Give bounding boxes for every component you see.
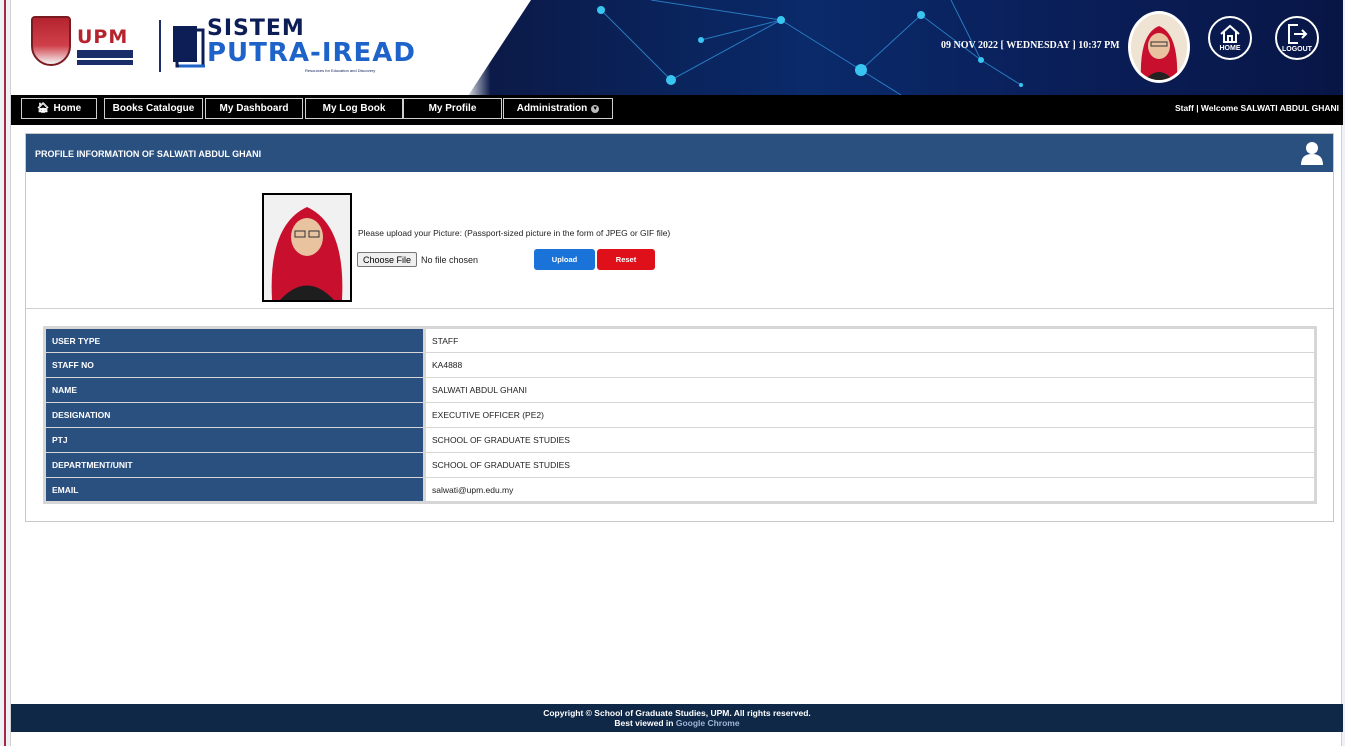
upm-logo-text: UPM xyxy=(77,26,129,48)
home-header-button[interactable]: HOME xyxy=(1208,16,1252,60)
upm-logo[interactable]: UPM xyxy=(31,16,146,70)
logout-header-button[interactable]: LOGOUT xyxy=(1275,16,1319,60)
brand-title-top: SISTEM xyxy=(207,16,305,41)
chevron-down-icon: ▼ xyxy=(591,104,600,113)
nav-my-log-book-label: My Log Book xyxy=(322,103,386,114)
field-label: DEPARTMENT/UNIT xyxy=(44,452,426,478)
nav-administration[interactable]: Administration ▼ xyxy=(503,98,613,119)
profile-panel-title: PROFILE INFORMATION OF SALWATI ABDUL GHA… xyxy=(35,149,262,159)
logout-header-label: LOGOUT xyxy=(1282,46,1312,53)
logout-icon xyxy=(1288,24,1308,44)
logo-divider xyxy=(159,20,161,72)
field-value: SCHOOL OF GRADUATE STUDIES xyxy=(424,427,1316,453)
current-datetime: 09 NOV 2022 [ WEDNESDAY ] 10:37 PM xyxy=(941,40,1120,51)
nav-home-label: Home xyxy=(53,103,82,114)
field-label: PTJ xyxy=(44,427,426,453)
upm-logo-subbar xyxy=(77,60,133,65)
table-row: USER TYPE STAFF xyxy=(44,327,1316,353)
field-value: SALWATI ABDUL GHANI xyxy=(424,377,1316,403)
table-row: EMAIL salwati@upm.edu.my xyxy=(44,477,1316,503)
home-icon: 🏠︎ xyxy=(36,103,50,114)
user-photo-icon xyxy=(264,195,350,300)
page-footer: Copyright © School of Graduate Studies, … xyxy=(11,704,1343,732)
profile-info-table: USER TYPE STAFF STAFF NO KA4888 NAME SAL… xyxy=(43,326,1317,504)
best-viewed-browser: Google Chrome xyxy=(675,718,740,728)
file-status-text: No file chosen xyxy=(421,255,479,265)
choose-file-button[interactable]: Choose File xyxy=(357,252,417,267)
main-navbar: 🏠︎ Home Books Catalogue My Dashboard My … xyxy=(11,95,1343,125)
reset-button[interactable]: Reset xyxy=(597,249,655,270)
book-icon xyxy=(173,26,205,68)
nav-books-catalogue[interactable]: Books Catalogue xyxy=(104,98,203,119)
user-photo-icon xyxy=(1131,14,1187,80)
welcome-text: Staff | Welcome SALWATI ABDUL GHANI xyxy=(1174,103,1339,113)
nav-my-dashboard[interactable]: My Dashboard xyxy=(205,98,303,119)
upm-crest-icon xyxy=(31,16,71,66)
nav-books-catalogue-label: Books Catalogue xyxy=(112,103,195,114)
field-value: SCHOOL OF GRADUATE STUDIES xyxy=(424,452,1316,478)
brand-title-main: PUTRA-IREAD xyxy=(207,38,416,68)
table-row: DEPARTMENT/UNIT SCHOOL OF GRADUATE STUDI… xyxy=(44,452,1316,478)
table-row: STAFF NO KA4888 xyxy=(44,352,1316,378)
profile-photo xyxy=(262,193,352,302)
header-banner: UPM SISTEM PUTRA-IREAD Resources for Edu… xyxy=(11,0,1343,95)
best-viewed-text: Best viewed in Google Chrome xyxy=(614,718,739,728)
table-row: PTJ SCHOOL OF GRADUATE STUDIES xyxy=(44,427,1316,453)
nav-home[interactable]: 🏠︎ Home xyxy=(21,98,97,119)
panel-divider xyxy=(26,308,1333,309)
copyright-text: Copyright © School of Graduate Studies, … xyxy=(543,708,811,718)
home-header-label: HOME xyxy=(1219,45,1241,52)
nav-my-dashboard-label: My Dashboard xyxy=(219,103,289,114)
nav-administration-label: Administration xyxy=(516,103,588,114)
field-value: STAFF xyxy=(424,327,1316,353)
profile-panel-header: PROFILE INFORMATION OF SALWATI ABDUL GHA… xyxy=(26,134,1333,172)
upload-hint: Please upload your Picture: (Passport-si… xyxy=(358,228,671,238)
nav-my-profile-label: My Profile xyxy=(428,103,477,114)
profile-panel: PROFILE INFORMATION OF SALWATI ABDUL GHA… xyxy=(25,133,1334,522)
nav-my-profile[interactable]: My Profile xyxy=(403,98,502,119)
field-label: NAME xyxy=(44,377,426,403)
field-label: USER TYPE xyxy=(44,327,426,353)
left-accent-rule xyxy=(4,0,6,746)
home-icon xyxy=(1220,24,1240,43)
user-icon xyxy=(1301,142,1323,165)
best-viewed-prefix: Best viewed in xyxy=(614,718,674,728)
field-label: DESIGNATION xyxy=(44,402,426,428)
field-value: salwati@upm.edu.my xyxy=(424,477,1316,503)
field-value: KA4888 xyxy=(424,352,1316,378)
field-label: STAFF NO xyxy=(44,352,426,378)
upm-logo-subbar xyxy=(77,50,133,58)
table-row: NAME SALWATI ABDUL GHANI xyxy=(44,377,1316,403)
brand-tagline: Resources for Education and Discovery xyxy=(305,68,376,73)
upload-button[interactable]: Upload xyxy=(534,249,595,270)
app-shell: UPM SISTEM PUTRA-IREAD Resources for Edu… xyxy=(10,0,1343,746)
nav-my-log-book[interactable]: My Log Book xyxy=(305,98,403,119)
field-value: EXECUTIVE OFFICER (PE2) xyxy=(424,402,1316,428)
header-avatar[interactable] xyxy=(1128,11,1190,83)
table-row: DESIGNATION EXECUTIVE OFFICER (PE2) xyxy=(44,402,1316,428)
field-label: EMAIL xyxy=(44,477,426,503)
